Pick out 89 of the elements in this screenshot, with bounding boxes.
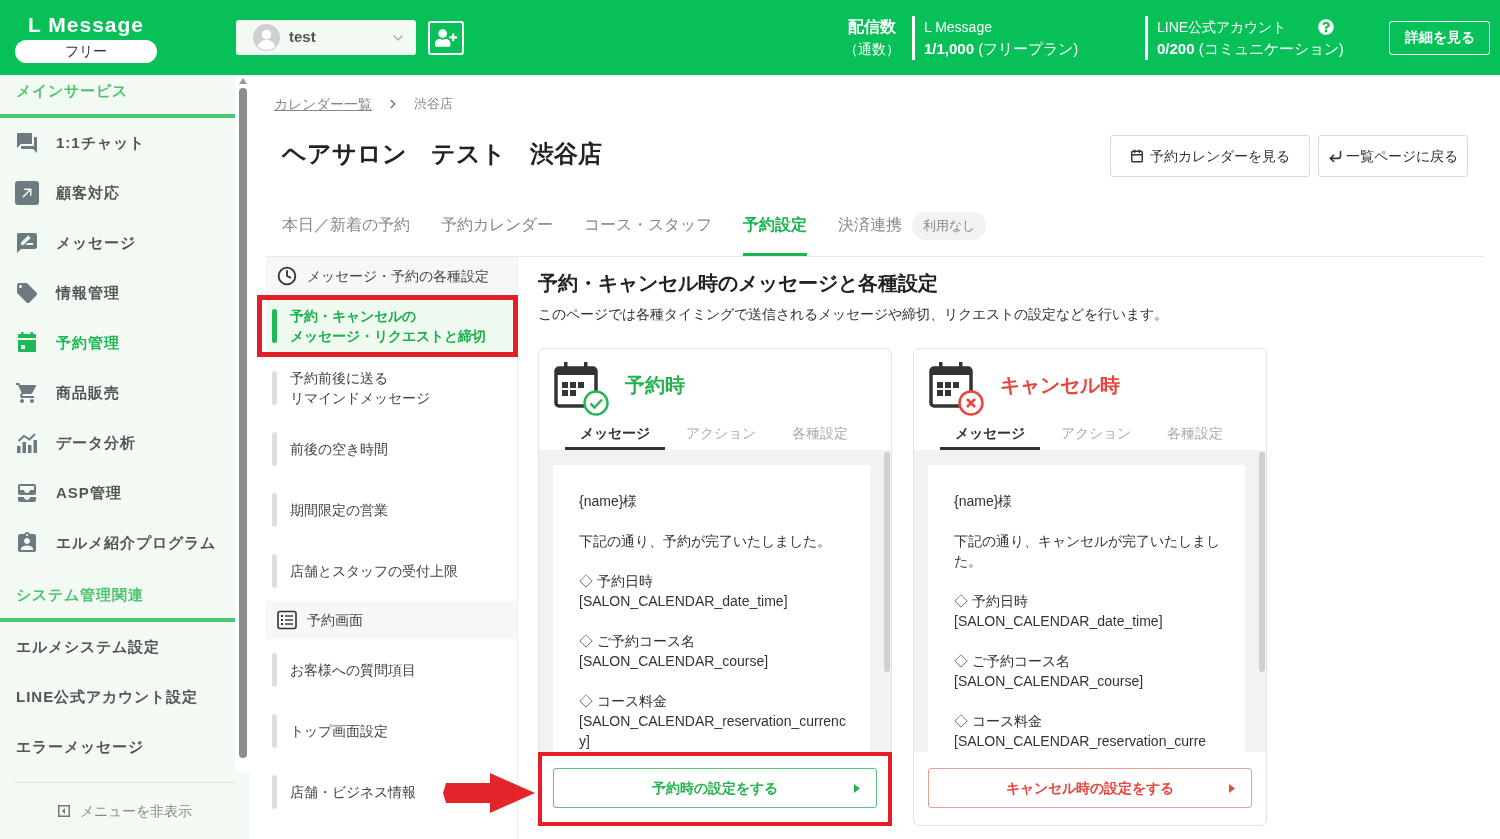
message-paragraph: ◇ 予約日時 [SALON_CALENDAR_date_time]: [954, 592, 1164, 631]
card-title: キャンセル時: [1000, 373, 1120, 398]
calendar-check-icon: [553, 360, 609, 416]
calendar-icon: [15, 331, 39, 355]
message-paragraph: 下記の通り、キャンセルが完了いたしました。: [954, 532, 1221, 571]
back-to-list-button[interactable]: 一覧ページに戻る: [1318, 135, 1468, 177]
delivery-count-unit: （通数）: [844, 39, 900, 59]
subnav-item[interactable]: お客様への質問項目: [266, 643, 420, 696]
tag-icon: [15, 281, 39, 305]
sidebar-item[interactable]: メッセージ: [0, 218, 235, 268]
breadcrumb-link[interactable]: カレンダー一覧: [274, 95, 372, 113]
account-selector[interactable]: test: [236, 20, 416, 55]
hide-menu-button[interactable]: メニューを非表示: [0, 783, 250, 839]
sidebar-item[interactable]: ASP管理: [0, 468, 235, 518]
tab[interactable]: 予約カレンダー: [441, 206, 553, 256]
vertical-bar-icon: [272, 370, 277, 405]
subnav-group-label: 予約画面: [307, 610, 363, 630]
plan-badge: フリー: [15, 39, 157, 63]
section-title: 予約・キャンセル時のメッセージと各種設定: [538, 271, 939, 296]
sidebar-item[interactable]: エラーメッセージ: [0, 722, 235, 772]
status-badge: 利用なし: [912, 212, 986, 240]
subnav-group-label: メッセージ・予約の各種設定: [307, 266, 489, 286]
vertical-bar-icon: [272, 652, 277, 687]
collapse-icon: [58, 805, 70, 817]
scrollbar[interactable]: [884, 452, 890, 672]
tab[interactable]: コース・スタッフ: [584, 206, 712, 256]
subnav-item[interactable]: 期間限定の営業: [266, 483, 392, 536]
vertical-bar-icon: [272, 713, 277, 748]
counter-title: LINE公式アカウント: [1157, 17, 1287, 37]
arrow-icon: [443, 773, 535, 813]
counter-value: 1/1,000 (フリープラン): [924, 38, 1080, 59]
vertical-bar-icon: [272, 553, 277, 588]
list-icon: [277, 610, 297, 630]
message-paragraph: 下記の通り、予約が完了いたしました。: [579, 532, 832, 551]
chat-bubbles-icon: [15, 131, 39, 155]
message-paragraph: ◇ ご予約コース名 [SALON_CALENDAR_course]: [954, 652, 1145, 691]
counter-title: L Message: [924, 17, 992, 37]
subnav-item[interactable]: 予約前後に送る リマインドメッセージ: [266, 361, 434, 414]
view-calendar-button[interactable]: 予約カレンダーを見る: [1110, 135, 1310, 177]
message-pencil-icon: [15, 231, 39, 255]
page-title: ヘアサロン テスト 渋谷店: [282, 139, 602, 169]
vertical-bar-icon: [272, 774, 277, 809]
calendar-cross-icon: [928, 360, 984, 416]
card-title: 予約時: [625, 373, 685, 398]
sidebar-item[interactable]: 情報管理: [0, 268, 235, 318]
sidebar-item[interactable]: エルメ紹介プログラム: [0, 518, 235, 568]
settings-button[interactable]: キャンセル時の設定をする: [928, 768, 1252, 808]
sidebar-item[interactable]: データ分析: [0, 418, 235, 468]
help-icon[interactable]: [1318, 18, 1334, 35]
cart-icon: [15, 381, 39, 405]
app-logo: L Message: [28, 12, 144, 37]
calendar-icon: [1130, 149, 1144, 163]
scrollbar[interactable]: [1259, 452, 1265, 672]
caret-right-icon: [854, 784, 860, 793]
subnav-item[interactable]: 店舗とスタッフの受付上限: [266, 544, 462, 597]
user-plus-icon: [435, 28, 457, 47]
sidebar-item[interactable]: 商品販売: [0, 368, 235, 418]
vertical-bar-icon: [272, 492, 277, 527]
scroll-up-icon[interactable]: [238, 78, 247, 84]
subnav-item[interactable]: 前後の空き時間: [266, 422, 392, 475]
scrollbar[interactable]: [238, 88, 247, 758]
tab[interactable]: 本日／新着の予約: [282, 206, 410, 256]
message-paragraph: {name}様: [954, 492, 1014, 511]
message-paragraph: ◇ コース料金 [SALON_CALENDAR_reservation_curre: [954, 712, 1208, 751]
sidebar-item[interactable]: 顧客対応: [0, 168, 235, 218]
message-paragraph: {name}様: [579, 492, 639, 511]
sidebar-item[interactable]: LINE公式アカウント設定: [0, 672, 235, 722]
vertical-bar-icon: [272, 309, 277, 343]
clock-icon: [277, 266, 297, 286]
avatar-icon: [253, 24, 280, 51]
message-paragraph: ◇ コース料金 [SALON_CALENDAR_reservation_currency]: [579, 692, 847, 751]
counter-value: 0/200 (コミュニケーション): [1157, 38, 1345, 59]
breadcrumb-current: 渋谷店: [414, 95, 453, 113]
subnav-item[interactable]: トップ画面設定: [266, 704, 392, 757]
message-paragraph: ◇ 予約日時 [SALON_CALENDAR_date_time]: [579, 572, 789, 611]
clipboard-person-icon: [15, 531, 39, 555]
delivery-count-label: 配信数: [848, 16, 896, 37]
message-paragraph: ◇ ご予約コース名 [SALON_CALENDAR_course]: [579, 632, 770, 671]
inbox-icon: [15, 481, 39, 505]
caret-right-icon: [1229, 784, 1235, 793]
sidebar-item[interactable]: エルメシステム設定: [0, 622, 235, 672]
sidebar-item[interactable]: 1:1チャット: [0, 118, 235, 168]
return-icon: [1328, 148, 1343, 164]
subnav-item[interactable]: 店舗・ビジネス情報: [266, 765, 420, 818]
add-user-button[interactable]: [428, 20, 464, 55]
bar-chart-icon: [15, 431, 39, 455]
tab[interactable]: 決済連携: [838, 206, 902, 256]
vertical-bar-icon: [272, 431, 277, 466]
section-description: このページでは各種タイミングで送信されるメッセージや締切、リクエストの設定などを行います。: [538, 305, 1169, 324]
